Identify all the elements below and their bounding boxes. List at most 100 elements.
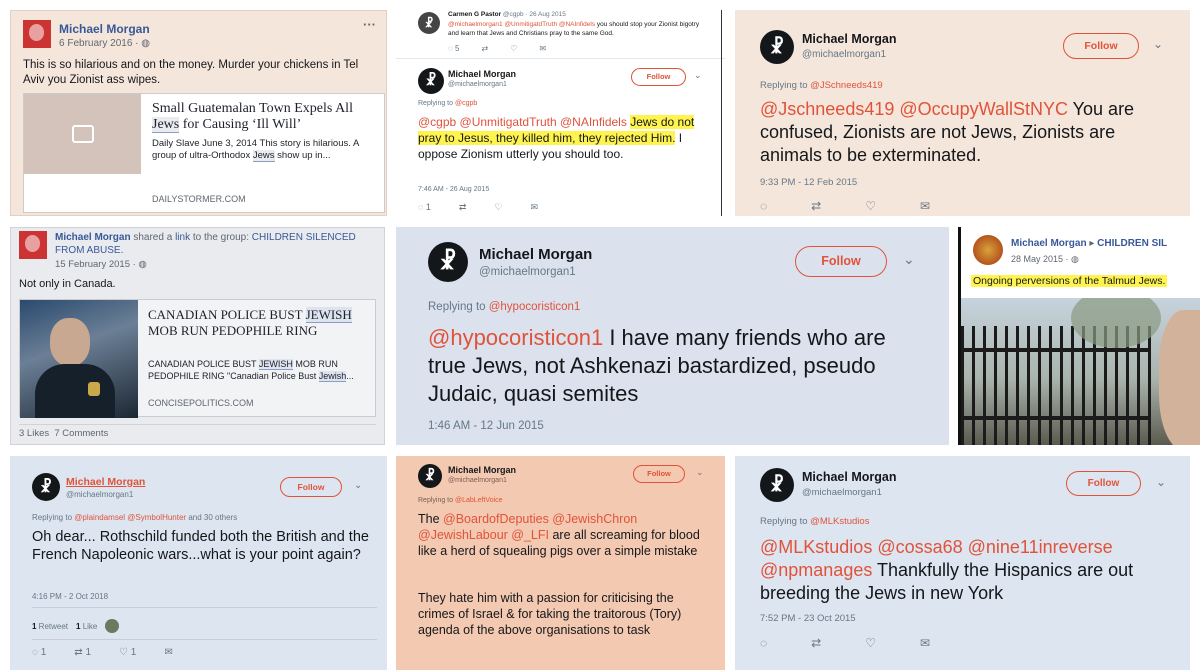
- like-icon[interactable]: ♡ 1: [119, 647, 136, 658]
- author-name[interactable]: Michael Morgan: [802, 32, 896, 46]
- post-image[interactable]: [961, 298, 1200, 445]
- reply-icon[interactable]: ◌ 1: [32, 647, 46, 658]
- follow-button[interactable]: Follow: [1066, 471, 1141, 496]
- tweet-time[interactable]: 7:46 AM - 26 Aug 2015: [418, 186, 489, 193]
- message-icon[interactable]: ✉: [531, 202, 539, 213]
- link-title: CANADIAN POLICE BUST JEWISH MOB RUN PEDO…: [148, 307, 373, 339]
- reactions-count[interactable]: 3 Likes 7 Comments: [19, 428, 108, 439]
- replying-to-link[interactable]: @cgpb: [455, 100, 477, 107]
- author-name[interactable]: Michael Morgan: [59, 22, 150, 36]
- group-name[interactable]: CHILDREN SIL: [1097, 238, 1167, 249]
- tweet-time[interactable]: 1:46 AM - 12 Jun 2015: [428, 420, 544, 432]
- author-handle: @michaelmorgan1: [66, 490, 134, 499]
- like-icon[interactable]: ♡: [865, 636, 876, 650]
- chevron-down-icon[interactable]: ⌄: [694, 70, 702, 81]
- link-word[interactable]: link: [175, 232, 190, 243]
- reply-action-bar: ◌ 5 ⇄ ♡ ✉: [448, 44, 546, 53]
- avatar[interactable]: [23, 20, 51, 48]
- tweet-time[interactable]: 9:33 PM - 12 Feb 2015: [760, 177, 857, 188]
- chevron-down-icon[interactable]: ⌄: [903, 251, 915, 268]
- like-icon[interactable]: ♡: [865, 199, 876, 213]
- follow-button[interactable]: Follow: [1063, 33, 1139, 59]
- globe-icon: ◍: [1071, 254, 1079, 264]
- follow-button[interactable]: Follow: [280, 477, 342, 497]
- author-name[interactable]: Michael Morgan: [479, 246, 592, 263]
- tweet-mentions[interactable]: @hypocoristicon1: [428, 325, 603, 350]
- author-name[interactable]: Michael Morgan: [802, 470, 896, 484]
- tweet-mentions[interactable]: @cgpb @UnmitigatdTruth @NAInfidels: [418, 115, 630, 129]
- author-name[interactable]: Michael Morgan: [448, 465, 516, 475]
- follow-button[interactable]: Follow: [631, 68, 686, 86]
- retweet-icon[interactable]: ⇄: [811, 199, 821, 213]
- retweet-icon[interactable]: ⇄ 1: [74, 647, 91, 658]
- reply-author-handle: @cgpb · 26 Aug 2015: [501, 11, 566, 18]
- post-panel-2: ☧ Carmen G Pastor @cgpb · 26 Aug 2015 @m…: [396, 10, 725, 216]
- tweet-time[interactable]: 4:16 PM - 2 Oct 2018: [32, 592, 108, 601]
- tweet-mentions[interactable]: @Jschneeds419 @OccupyWallStNYC: [760, 99, 1068, 119]
- replying-to-link[interactable]: @plaindamsel @SymbolHunter: [74, 513, 186, 522]
- author-name[interactable]: Michael Morgan: [66, 476, 145, 488]
- link-title-part: CANADIAN POLICE BUST: [148, 307, 306, 322]
- replying-suffix: and 30 others: [186, 513, 238, 522]
- tweet-time[interactable]: 7:52 PM - 23 Oct 2015: [760, 613, 856, 624]
- chevron-down-icon[interactable]: ⌄: [354, 480, 362, 491]
- reply-icon[interactable]: ◌ 1: [418, 202, 431, 213]
- likes-stat[interactable]: 1 Like: [76, 622, 97, 631]
- message-icon[interactable]: ✉: [920, 636, 930, 650]
- link-domain: CONCISEPOLITICS.COM: [148, 398, 254, 408]
- post-header: Michael Morgan shared a link to the grou…: [55, 231, 375, 257]
- badge-icon: [88, 382, 100, 396]
- avatar[interactable]: ☧: [760, 30, 794, 64]
- reply-icon[interactable]: ◌: [760, 199, 767, 213]
- liker-avatar[interactable]: [105, 619, 120, 633]
- reply-mentions[interactable]: @michaelmorgan1 @UnmitigatdTruth @NAInfi…: [448, 21, 595, 28]
- like-icon[interactable]: ♡: [510, 44, 517, 53]
- avatar[interactable]: ☧: [418, 464, 442, 488]
- replying-to-link[interactable]: @LabLeftVoice: [455, 497, 503, 504]
- link-desc-part: ...: [346, 371, 354, 381]
- author-name[interactable]: Michael Morgan: [1011, 238, 1087, 249]
- avatar[interactable]: ☧: [418, 12, 440, 34]
- link-desc-part: CANADIAN POLICE BUST: [148, 359, 259, 369]
- follow-button[interactable]: Follow: [795, 246, 887, 277]
- message-icon[interactable]: ✉: [164, 647, 172, 658]
- retweet-icon[interactable]: ⇄: [481, 44, 488, 53]
- reply-author-name[interactable]: Carmen G Pastor: [448, 11, 501, 18]
- tweet-text: The @BoardofDeputies @JewishChron @Jewis…: [418, 511, 708, 559]
- chevron-down-icon[interactable]: ⌄: [696, 467, 704, 478]
- link-title-part: for Causing ‘Ill Will’: [179, 117, 302, 132]
- avatar[interactable]: ☧: [760, 468, 794, 502]
- tweet-text: Oh dear... Rothschild funded both the Br…: [32, 529, 369, 563]
- post-panel-3: ☧ Michael Morgan @michaelmorgan1 Follow …: [735, 10, 1190, 216]
- follow-button[interactable]: Follow: [633, 465, 685, 483]
- like-icon[interactable]: ♡: [494, 202, 502, 213]
- avatar[interactable]: [973, 235, 1003, 265]
- post-text: Not only in Canada.: [19, 278, 116, 290]
- retweets-stat[interactable]: 1 Retweet: [32, 622, 68, 631]
- author-handle: @michaelmorgan1: [448, 81, 507, 88]
- message-icon[interactable]: ✉: [920, 199, 930, 213]
- chevron-down-icon[interactable]: ⌄: [1153, 37, 1163, 51]
- link-preview[interactable]: Small Guatemalan Town Expels All Jews fo…: [23, 93, 385, 213]
- action-bar: ◌ ⇄ ♡ ✉: [760, 636, 930, 650]
- avatar[interactable]: ☧: [428, 242, 468, 282]
- replying-to-link[interactable]: @JSchneeds419: [810, 80, 883, 91]
- reply-icon[interactable]: ◌ 5: [448, 44, 459, 53]
- author-name[interactable]: Michael Morgan: [448, 69, 516, 79]
- avatar[interactable]: ☧: [32, 473, 60, 501]
- link-preview[interactable]: CANADIAN POLICE BUST JEWISH MOB RUN PEDO…: [19, 299, 376, 418]
- avatar[interactable]: ☧: [418, 68, 444, 94]
- link-title: Small Guatemalan Town Expels All Jews fo…: [152, 101, 378, 133]
- replying-to-link[interactable]: @MLKstudios: [810, 516, 869, 527]
- retweet-icon[interactable]: ⇄: [459, 202, 467, 213]
- more-options-icon[interactable]: ···: [363, 17, 376, 32]
- retweet-icon[interactable]: ⇄: [811, 636, 821, 650]
- message-icon[interactable]: ✉: [539, 44, 546, 53]
- avatar[interactable]: [19, 231, 47, 259]
- chevron-down-icon[interactable]: ⌄: [1156, 475, 1166, 489]
- globe-icon: ◍: [138, 259, 147, 270]
- author-name[interactable]: Michael Morgan: [55, 232, 131, 243]
- replying-to-link[interactable]: @hypocoristicon1: [489, 301, 581, 313]
- reply-icon[interactable]: ◌: [760, 636, 767, 650]
- link-domain: DAILYSTORMER.COM: [152, 194, 246, 204]
